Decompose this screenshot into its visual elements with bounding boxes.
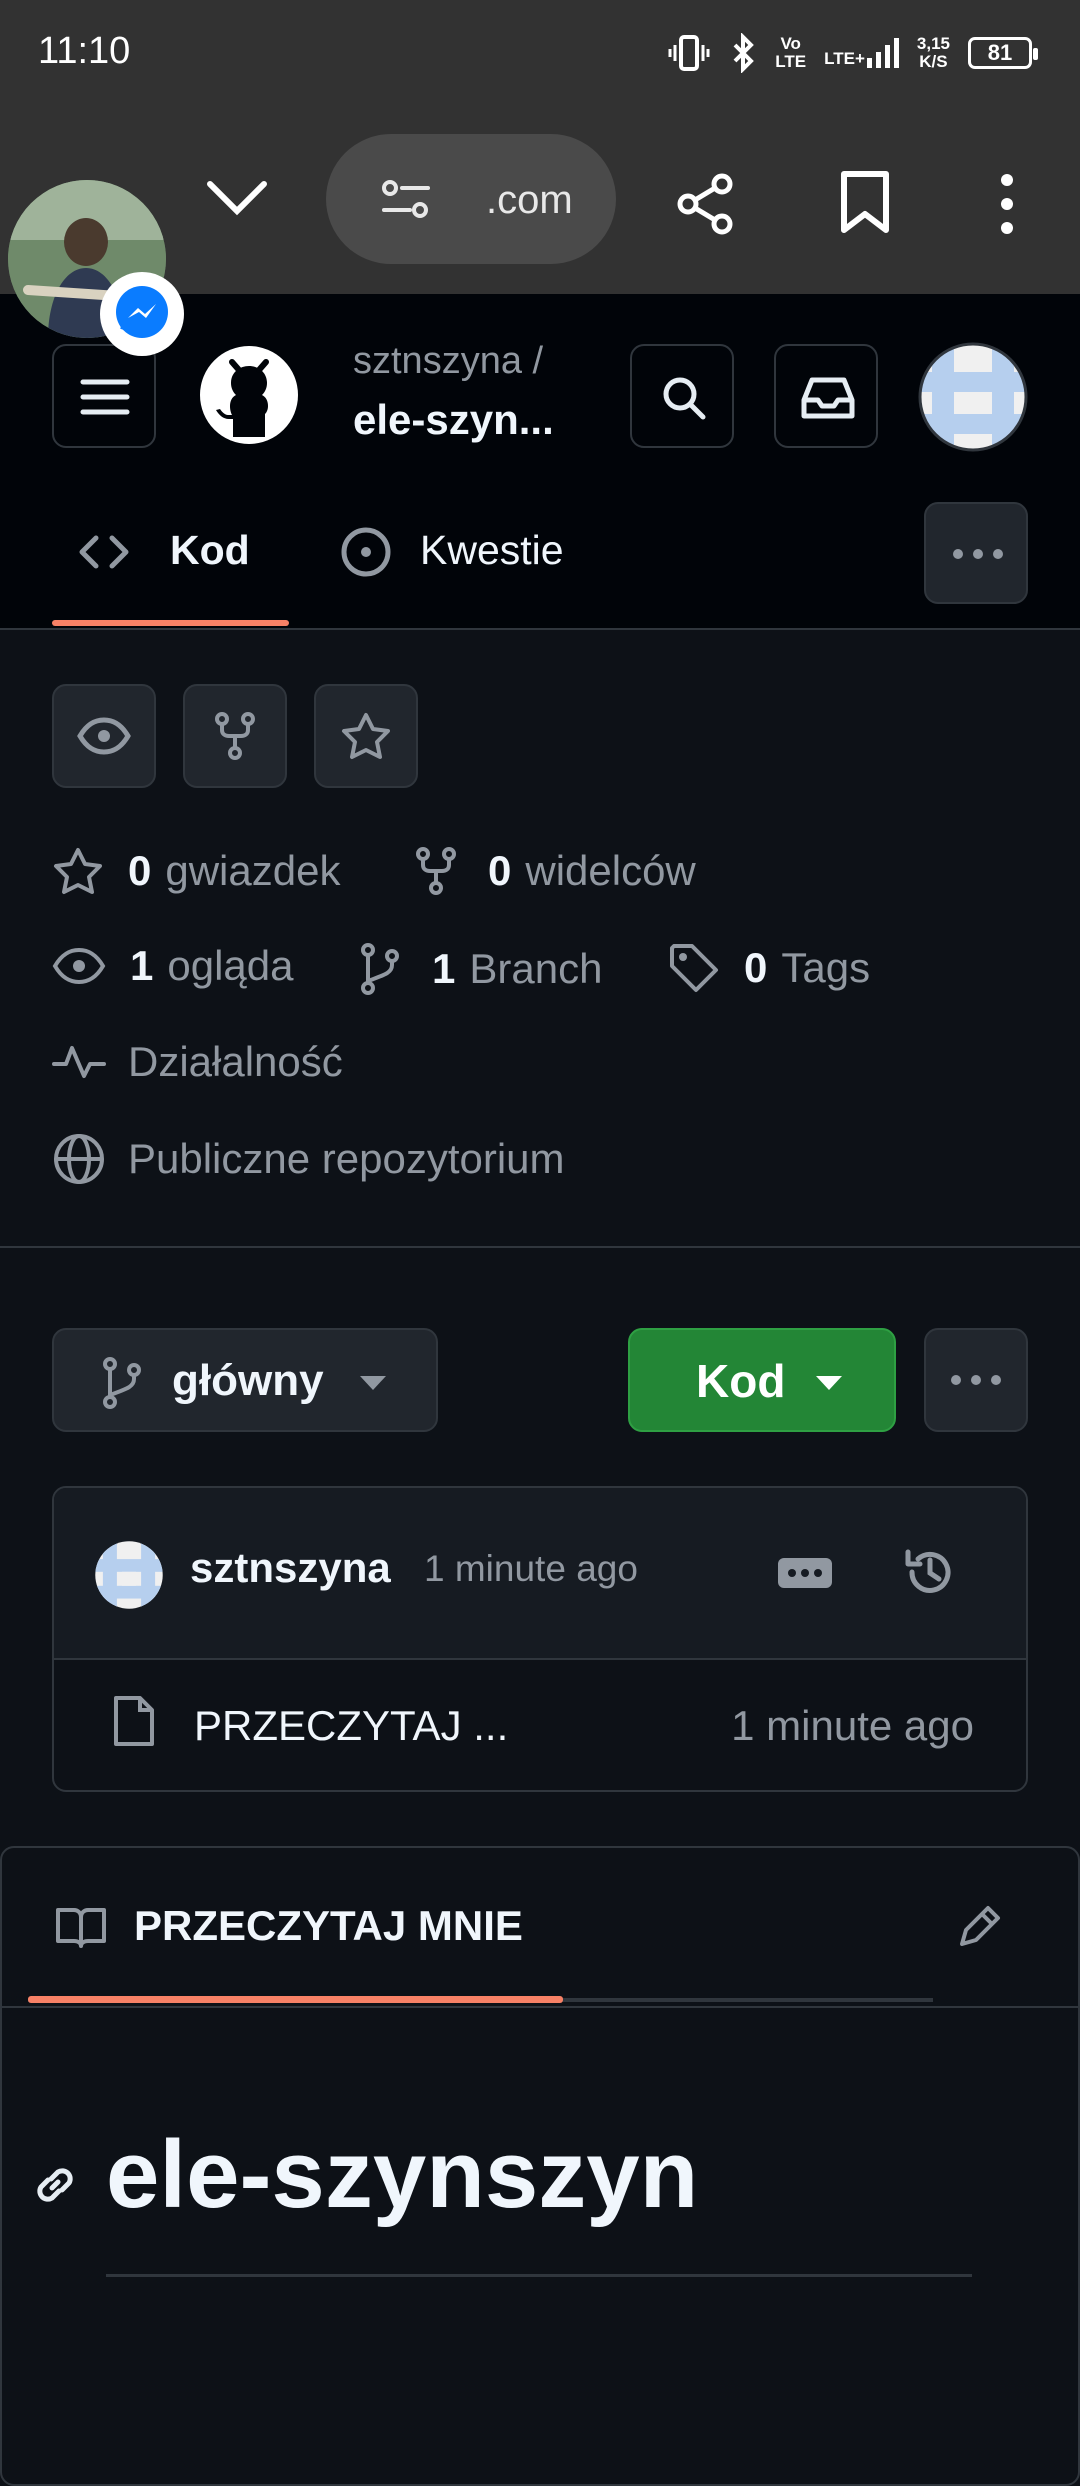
section-divider xyxy=(0,1246,1080,1248)
link-icon[interactable] xyxy=(30,2160,80,2210)
forks-label: widelców xyxy=(525,847,696,894)
code-icon xyxy=(79,535,129,569)
status-time: 11:10 xyxy=(38,30,131,72)
tab-active-indicator xyxy=(52,620,289,626)
stars-count: 0 xyxy=(128,847,152,894)
tab-code[interactable]: Kod xyxy=(170,527,250,574)
watch-button[interactable] xyxy=(52,684,156,788)
ellipsis-icon[interactable] xyxy=(778,1558,832,1588)
share-icon[interactable] xyxy=(674,172,738,236)
chevron-down-icon[interactable] xyxy=(204,176,270,220)
search-button[interactable] xyxy=(630,344,734,448)
hamburger-menu-button[interactable] xyxy=(52,344,156,448)
search-icon xyxy=(663,377,706,420)
signal-indicator: LTE+ xyxy=(824,38,899,68)
star-icon xyxy=(342,713,390,759)
forks-count: 0 xyxy=(488,847,512,894)
tabs-more-button[interactable] xyxy=(924,502,1028,604)
inbox-button[interactable] xyxy=(774,344,878,448)
tags-label: Tags xyxy=(781,944,871,991)
tag-icon xyxy=(670,944,718,992)
repo-forked-icon xyxy=(215,712,255,760)
repo-owner[interactable]: sztnszyna / xyxy=(353,340,543,383)
watching-stat[interactable]: 1 ogląda xyxy=(52,942,293,990)
messenger-icon xyxy=(116,286,168,338)
battery-indicator: 81 xyxy=(968,37,1038,69)
watching-label: ogląda xyxy=(167,942,294,989)
repo-forked-icon xyxy=(416,847,456,895)
forks-stat[interactable]: 0 widelców xyxy=(414,846,696,896)
github-logo-icon[interactable] xyxy=(200,346,298,444)
inbox-icon xyxy=(801,377,855,419)
url-bar[interactable]: .com xyxy=(326,134,616,264)
triangle-down-icon xyxy=(816,1376,842,1390)
header-divider xyxy=(0,628,1080,630)
pencil-icon[interactable] xyxy=(954,1902,1004,1952)
network-type: LTE+ xyxy=(824,49,865,68)
stars-stat[interactable]: 0 gwiazdek xyxy=(52,846,340,896)
triangle-down-icon xyxy=(360,1376,386,1390)
commit-header: sztnszyna 1 minute ago xyxy=(54,1488,1026,1660)
book-icon xyxy=(56,1908,106,1948)
readme-divider xyxy=(0,2006,1080,2008)
tags-stat[interactable]: 0 Tags xyxy=(668,942,870,994)
branch-label: Branch xyxy=(469,945,603,992)
signal-icon xyxy=(866,38,899,68)
file-icon xyxy=(114,1696,154,1746)
readme-tab-indicator xyxy=(28,1996,563,2003)
status-bar: 11:10 Vo LTE LTE+ 3,15 K/S 81 xyxy=(0,0,1080,108)
globe-icon xyxy=(54,1134,104,1184)
branch-selector[interactable]: główny xyxy=(52,1328,438,1432)
kebab-horizontal-icon xyxy=(951,1375,1001,1385)
branch-count: 1 xyxy=(432,945,456,992)
tags-count: 0 xyxy=(744,944,768,991)
commit-author[interactable]: sztnszyna xyxy=(190,1544,391,1592)
activity-link[interactable]: Działalność xyxy=(52,1038,343,1086)
readme-heading: ele-szynszyn xyxy=(106,2121,699,2228)
readme-tab-title[interactable]: PRZECZYTAJ MNIE xyxy=(134,1902,523,1950)
git-branch-icon xyxy=(103,1357,141,1409)
code-button-label: Kod xyxy=(696,1355,786,1407)
hamburger-icon xyxy=(80,379,130,415)
kebab-horizontal-icon xyxy=(953,549,1003,559)
bookmark-icon[interactable] xyxy=(838,170,892,234)
file-time: 1 minute ago xyxy=(731,1702,974,1749)
code-button[interactable]: Kod xyxy=(628,1328,896,1432)
pulse-icon xyxy=(52,1046,106,1078)
avatar[interactable] xyxy=(918,342,1028,452)
activity-label: Działalność xyxy=(128,1038,343,1085)
history-icon[interactable] xyxy=(902,1544,958,1600)
issue-opened-icon xyxy=(341,527,391,577)
visibility-label: Publiczne repozytorium xyxy=(128,1135,565,1182)
commit-time: 1 minute ago xyxy=(424,1548,638,1589)
bluetooth-icon xyxy=(733,33,755,73)
repo-more-button[interactable] xyxy=(924,1328,1028,1432)
fork-button[interactable] xyxy=(183,684,287,788)
status-icons: Vo LTE LTE+ 3,15 K/S 81 xyxy=(667,28,1038,78)
vibrate-icon xyxy=(668,35,710,71)
visibility-info: Publiczne repozytorium xyxy=(52,1132,565,1186)
file-name[interactable]: PRZECZYTAJ ... xyxy=(194,1702,508,1750)
data-speed: 3,15 K/S xyxy=(916,34,950,71)
branch-name: główny xyxy=(172,1356,324,1405)
star-icon xyxy=(54,848,102,894)
site-settings-icon[interactable] xyxy=(380,178,432,222)
latest-commit-box: sztnszyna 1 minute ago PRZECZYTAJ ... 1 … xyxy=(52,1486,1028,1792)
author-avatar[interactable] xyxy=(94,1540,164,1610)
heading-rule xyxy=(106,2274,972,2277)
stars-label: gwiazdek xyxy=(165,847,341,894)
git-branch-icon xyxy=(361,943,399,995)
eye-icon xyxy=(77,717,131,755)
messenger-badge xyxy=(100,272,184,356)
watching-count: 1 xyxy=(130,942,154,989)
overflow-menu-icon[interactable] xyxy=(992,172,1022,236)
star-button[interactable] xyxy=(314,684,418,788)
volte-indicator: Vo LTE xyxy=(775,34,807,71)
branch-stat[interactable]: 1 Branch xyxy=(358,942,602,996)
tab-issues[interactable]: Kwestie xyxy=(420,527,564,574)
repo-name[interactable]: ele-szyn... xyxy=(353,396,554,444)
eye-icon xyxy=(52,947,106,985)
url-text: .com xyxy=(486,178,573,222)
